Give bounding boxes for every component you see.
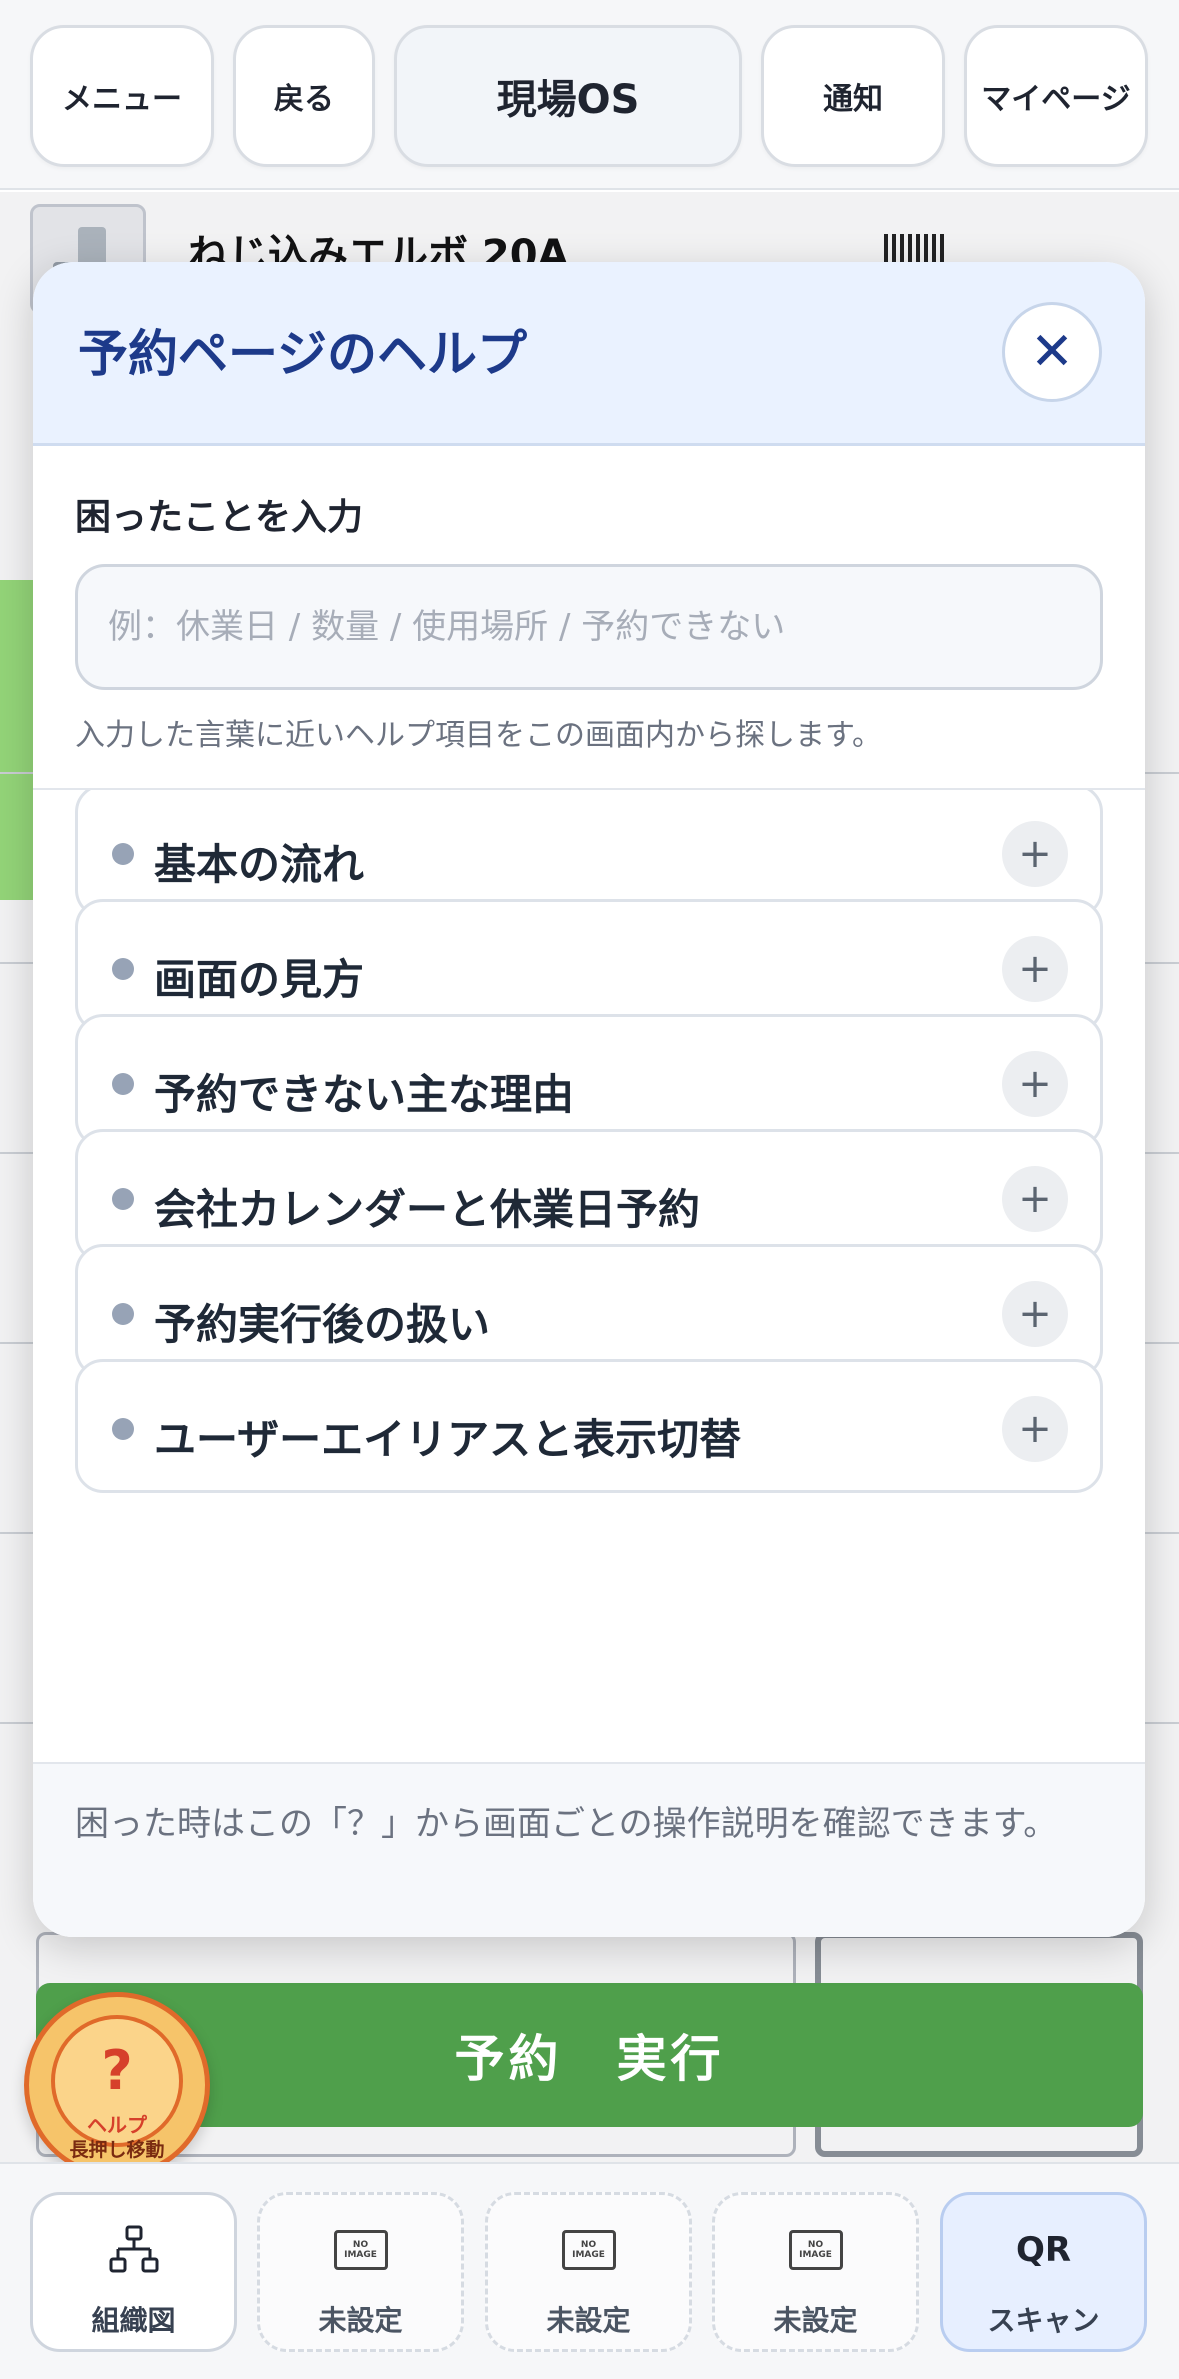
- help-topic-item[interactable]: 予約実行後の扱い +: [75, 1244, 1103, 1378]
- help-topic-label: 予約できない主な理由: [154, 1070, 575, 1119]
- qr-label: QR: [1015, 2230, 1072, 2270]
- help-topic-list[interactable]: 基本の流れ + 画面の見方 + 予約できない主な理由 + 会社カレンダーと休業日…: [33, 790, 1145, 1770]
- expand-plus-icon[interactable]: +: [1002, 821, 1068, 887]
- tab-label: 未設定: [318, 2304, 403, 2337]
- expand-plus-icon[interactable]: +: [1002, 936, 1068, 1002]
- help-modal: 予約ページのヘルプ ✕ 困ったことを入力 入力した言葉に近いヘルプ項目をこの画面…: [33, 262, 1145, 1937]
- close-icon: ✕: [1030, 322, 1074, 382]
- help-icon: ? ヘルプ: [51, 2015, 183, 2147]
- top-navigation-bar: メニュー 戻る 現場OS 通知 マイページ: [0, 0, 1179, 190]
- help-topic-item[interactable]: 画面の見方 +: [75, 899, 1103, 1033]
- bullet-icon: [112, 1188, 134, 1210]
- org-chart-icon: [33, 2225, 234, 2275]
- help-fab-label: ヘルプ: [87, 2113, 147, 2137]
- bullet-icon: [112, 958, 134, 980]
- bullet-icon: [112, 1303, 134, 1325]
- help-modal-header: 予約ページのヘルプ ✕: [33, 262, 1145, 446]
- tab-label: 未設定: [773, 2304, 858, 2337]
- expand-plus-icon[interactable]: +: [1002, 1166, 1068, 1232]
- tab-label: 組織図: [91, 2304, 176, 2337]
- tab-unset-1[interactable]: NO IMAGE 未設定: [257, 2192, 464, 2352]
- help-topic-label: 予約実行後の扱い: [154, 1300, 491, 1349]
- app-title-button[interactable]: 現場OS: [394, 25, 742, 167]
- bullet-icon: [112, 1418, 134, 1440]
- expand-plus-icon[interactable]: +: [1002, 1396, 1068, 1462]
- expand-plus-icon[interactable]: +: [1002, 1281, 1068, 1347]
- tab-label: 未設定: [546, 2304, 631, 2337]
- no-image-icon: NO IMAGE: [561, 2230, 616, 2270]
- back-button[interactable]: 戻る: [233, 25, 375, 167]
- help-modal-footer: 困った時はこの「？」から画面ごとの操作説明を確認できます。: [33, 1762, 1145, 1937]
- help-topic-label: 画面の見方: [154, 955, 365, 1004]
- close-button[interactable]: ✕: [1002, 302, 1102, 402]
- no-image-icon: NO IMAGE: [333, 2230, 388, 2270]
- help-fab-sublabel: 長押し移動: [69, 2139, 165, 2161]
- help-modal-title: 予約ページのヘルプ: [78, 325, 527, 383]
- no-image-icon: NO IMAGE: [788, 2230, 843, 2270]
- tab-unset-2[interactable]: NO IMAGE 未設定: [485, 2192, 692, 2352]
- help-topic-label: 基本の流れ: [154, 840, 365, 889]
- tab-qr-scan[interactable]: QR スキャン: [940, 2192, 1147, 2352]
- tab-label: スキャン: [987, 2304, 1100, 2337]
- bullet-icon: [112, 843, 134, 865]
- help-topic-item[interactable]: ユーザーエイリアスと表示切替 +: [75, 1359, 1103, 1493]
- mypage-button[interactable]: マイページ: [964, 25, 1148, 167]
- help-topic-label: 会社カレンダーと休業日予約: [154, 1185, 701, 1234]
- expand-plus-icon[interactable]: +: [1002, 1051, 1068, 1117]
- notifications-button[interactable]: 通知: [761, 25, 945, 167]
- tab-org-chart[interactable]: 組織図: [30, 2192, 237, 2352]
- menu-button[interactable]: メニュー: [30, 25, 214, 167]
- help-search-input[interactable]: [75, 564, 1103, 690]
- floating-help-button[interactable]: ? ヘルプ 長押し移動: [24, 1992, 210, 2178]
- question-mark-icon: ?: [101, 2039, 133, 2102]
- bottom-tab-bar: 組織図 NO IMAGE 未設定 NO IMAGE 未設定 NO IMAGE 未設定 …: [0, 2162, 1179, 2379]
- help-footer-text: 困った時はこの「？」から画面ごとの操作説明を確認できます。: [75, 1804, 1058, 1844]
- help-topic-item[interactable]: 予約できない主な理由 +: [75, 1014, 1103, 1148]
- tab-unset-3[interactable]: NO IMAGE 未設定: [712, 2192, 919, 2352]
- search-hint: 入力した言葉に近いヘルプ項目をこの画面内から探します。: [75, 718, 882, 753]
- search-label: 困ったことを入力: [75, 497, 364, 538]
- help-topic-label: ユーザーエイリアスと表示切替: [154, 1415, 742, 1464]
- help-topic-item[interactable]: 会社カレンダーと休業日予約 +: [75, 1129, 1103, 1263]
- bullet-icon: [112, 1073, 134, 1095]
